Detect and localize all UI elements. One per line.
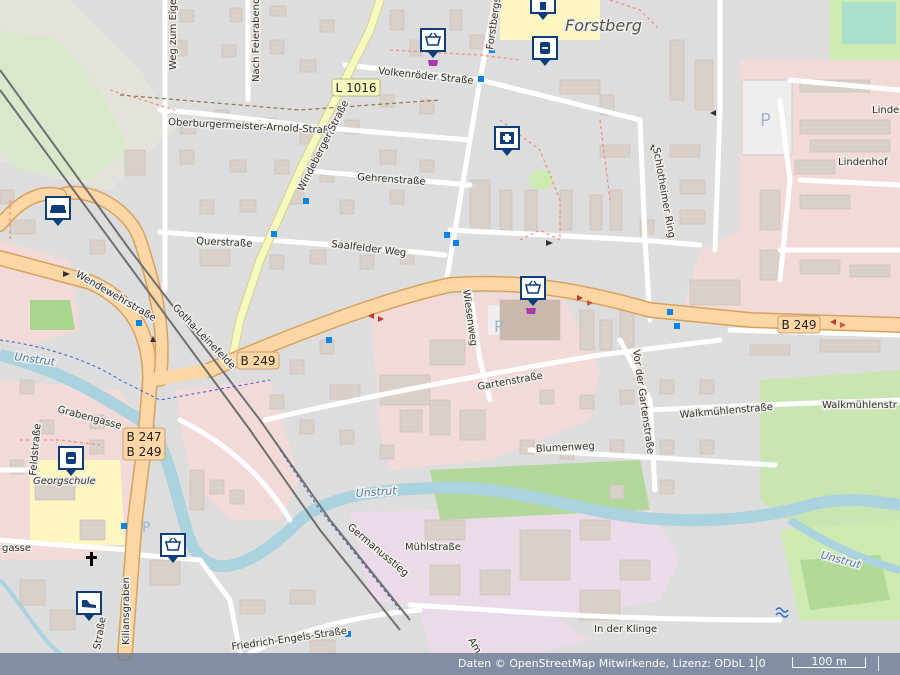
bus-stop-icon xyxy=(444,232,450,238)
bus-stop-icon xyxy=(453,240,459,246)
bus-stop-icon xyxy=(478,76,484,82)
road-label-in-der-klinge: In der Klinge xyxy=(594,624,657,635)
bus-stop-icon xyxy=(674,323,680,329)
place-label-georgschule: Georgschule xyxy=(33,476,96,487)
road-label-kiliansgraben: Kiliansgraben xyxy=(121,577,132,645)
road-label-linde: Linde xyxy=(872,105,899,116)
svg-text:L 1016: L 1016 xyxy=(335,81,376,95)
scale-label: 100 m xyxy=(811,655,847,668)
shield-b247-b249: B 247 B 249 xyxy=(122,427,166,461)
shield-l1016: L 1016 xyxy=(331,78,381,97)
scale-bar: 100 m xyxy=(792,655,866,668)
bus-stop-icon xyxy=(271,231,277,237)
map-canvas: P P P Weg zum Eigen Nach Feierabend Fors… xyxy=(0,0,900,675)
svg-text:B 249: B 249 xyxy=(782,318,817,332)
road-label-walkmuehlenstr-2: Walkmühlenstr xyxy=(822,400,898,411)
svg-text:B 249: B 249 xyxy=(127,445,162,459)
shield-b249-center: B 249 xyxy=(236,351,280,370)
map-view[interactable]: P P P Weg zum Eigen Nach Feierabend Fors… xyxy=(0,0,900,675)
road-label-gasse: gasse xyxy=(2,543,31,554)
road-label-lindenhof: Lindenhof xyxy=(838,157,888,168)
bus-stop-icon xyxy=(326,337,332,343)
shield-b249-right: B 249 xyxy=(777,315,821,334)
attribution-bar: Daten © OpenStreetMap Mitwirkende, Lizen… xyxy=(0,653,900,675)
attribution-text[interactable]: Daten © OpenStreetMap Mitwirkende, Lizen… xyxy=(458,657,766,670)
parking-icon: P xyxy=(760,110,771,131)
parking-icon: P xyxy=(494,317,504,336)
bus-stop-icon xyxy=(303,198,309,204)
bus-stop-icon xyxy=(667,309,673,315)
bus-stop-icon xyxy=(136,320,142,326)
shop-marker-icon xyxy=(428,60,438,66)
bus-stop-icon xyxy=(121,523,127,529)
road-label-muehlstrasse: Mühlstraße xyxy=(405,542,461,553)
svg-text:B 247: B 247 xyxy=(127,430,162,444)
attribution-separator-right xyxy=(878,656,879,671)
shop-marker-icon xyxy=(526,308,536,314)
parking-icon: P xyxy=(142,520,150,536)
road-label-weg-zum-eigen: Weg zum Eigen xyxy=(168,0,179,70)
place-label-forstberg: Forstberg xyxy=(565,16,642,35)
svg-text:B 249: B 249 xyxy=(241,354,276,368)
road-label-nach-feierabend: Nach Feierabend xyxy=(251,0,262,82)
attribution-separator xyxy=(756,656,757,671)
